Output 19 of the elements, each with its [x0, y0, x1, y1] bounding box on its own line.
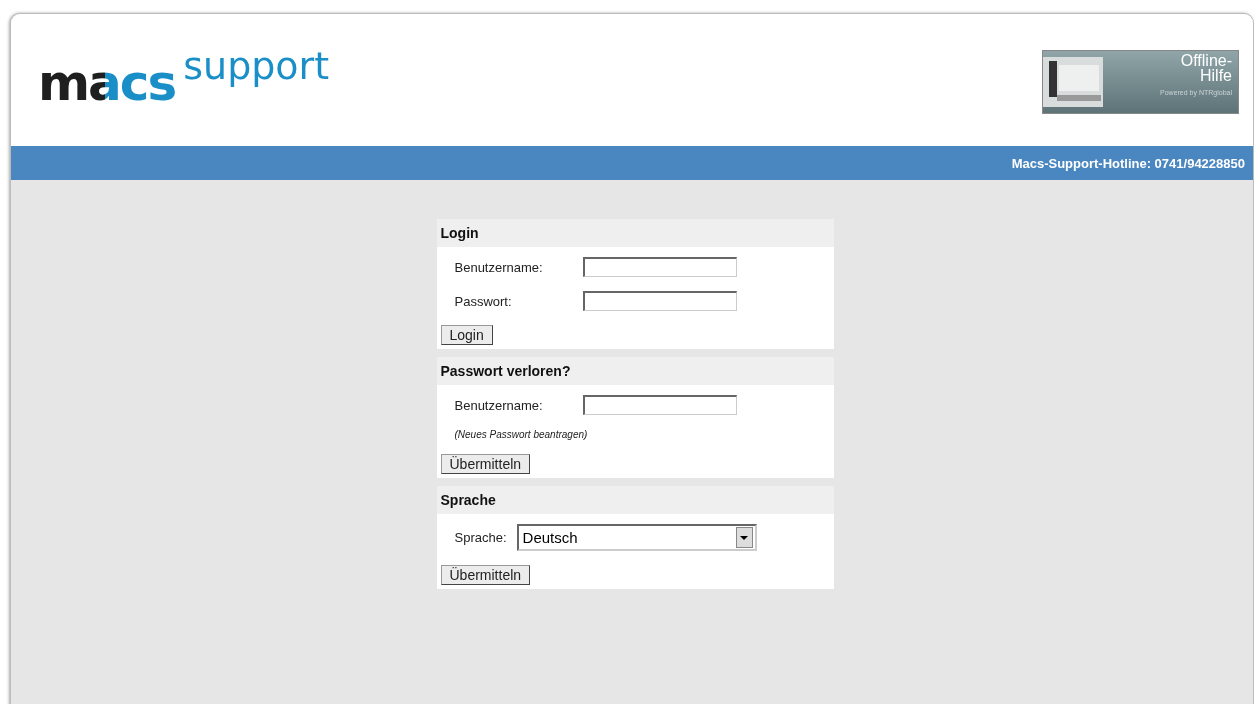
section-title: Passwort verloren? [440, 363, 571, 379]
input-field[interactable] [582, 257, 737, 277]
field-label: Benutzername: [454, 397, 544, 413]
section-title: Sprache [440, 492, 496, 508]
input-field[interactable] [582, 395, 737, 415]
logo-product: support [183, 44, 330, 88]
input-field[interactable] [582, 291, 737, 311]
submit-button[interactable]: Übermitteln [440, 565, 531, 585]
field-label: Passwort: [454, 293, 513, 309]
language-dropdown[interactable]: Deutsch [516, 524, 757, 551]
submit-button[interactable]: Übermitteln [440, 454, 531, 474]
field-label: Sprache: [454, 530, 507, 545]
submit-button[interactable]: Login [440, 325, 493, 345]
section-title: Login [440, 225, 479, 241]
hotline-text: Macs-Support-Hotline: 0741/94228850 [1011, 155, 1245, 171]
banner-title: Hilfe [1200, 68, 1232, 83]
field-label: Benutzername: [454, 259, 544, 275]
hint-text: (Neues Passwort beantragen) [454, 429, 588, 440]
banner-title: Offline- [1180, 53, 1232, 68]
